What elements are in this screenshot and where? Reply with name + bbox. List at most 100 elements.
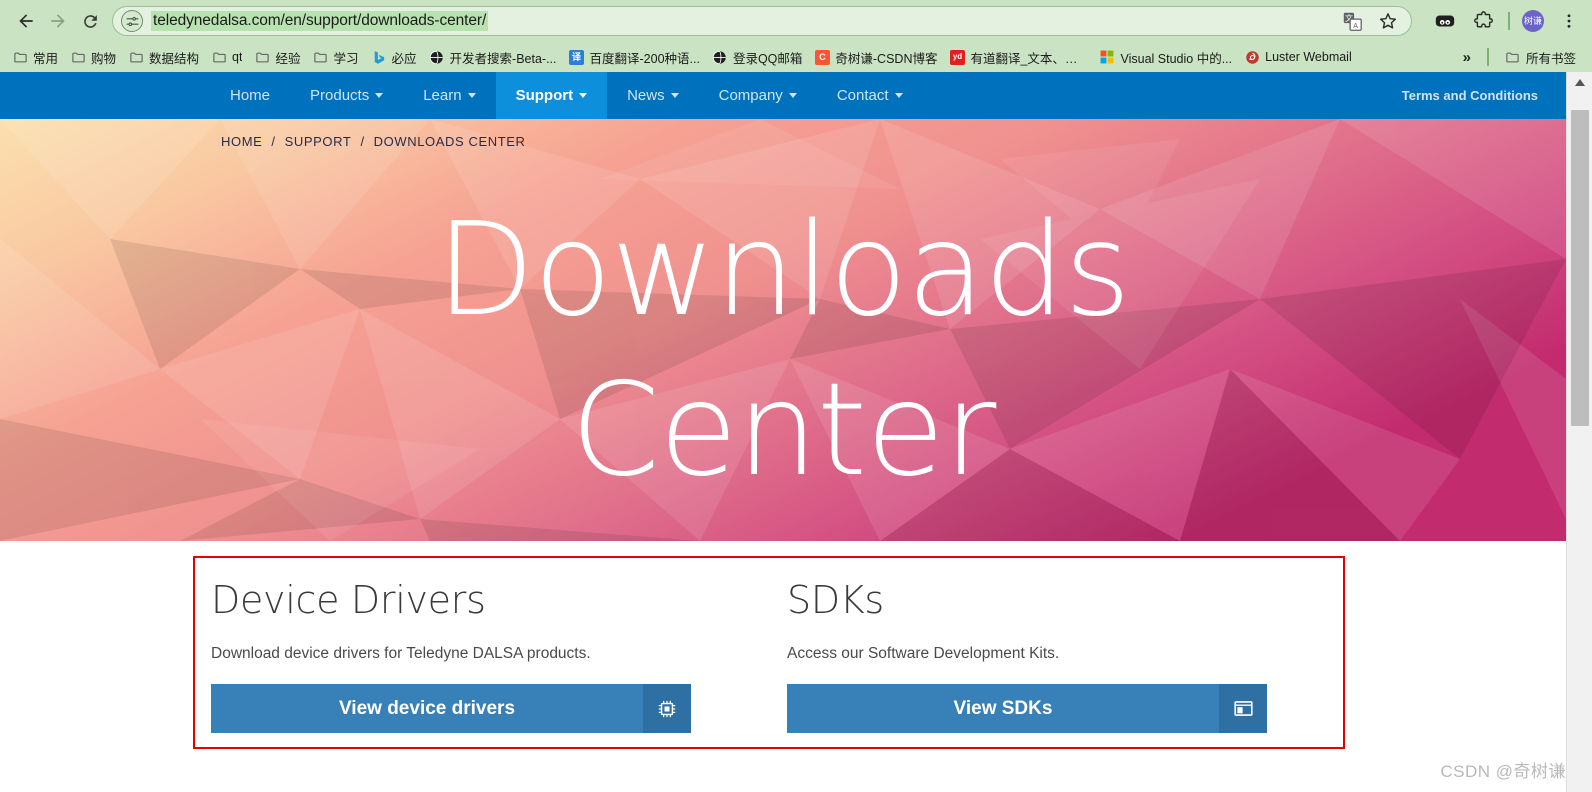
scrollbar-thumb[interactable] [1571, 110, 1589, 426]
breadcrumb-separator: / [360, 134, 365, 149]
bookmark-label: 百度翻译-200种语... [589, 51, 700, 66]
bookmark-item[interactable]: Visual Studio 中的... [1093, 45, 1238, 70]
bookmark-label: qt [232, 50, 243, 64]
bookmark-star-icon[interactable] [1375, 8, 1401, 34]
bookmark-label: 数据结构 [149, 51, 200, 66]
browser-toolbar: teledynedalsa.com/en/support/downloads-c… [0, 0, 1592, 42]
reload-button[interactable] [74, 5, 106, 37]
baidu-translate-icon: 译 [569, 49, 585, 65]
svg-text:A: A [1353, 21, 1358, 29]
site-settings-button[interactable] [121, 10, 143, 32]
back-button[interactable] [10, 5, 42, 37]
globe-icon [712, 49, 728, 65]
bookmark-label: 购物 [91, 51, 117, 66]
site-navigation-bar: Home Products Learn Support News Company… [0, 72, 1566, 119]
nav-item-contact[interactable]: Contact [817, 72, 923, 119]
page-title-line-2: Center [570, 356, 997, 505]
nav-label: Learn [423, 87, 462, 104]
page-scrollbar[interactable] [1566, 72, 1592, 792]
bookmark-label: Visual Studio 中的... [1120, 51, 1233, 66]
globe-icon [429, 49, 445, 65]
bookmark-label: 开发者搜索-Beta-... [449, 51, 557, 66]
microsoft-icon [1099, 49, 1115, 65]
chevron-down-icon [579, 93, 588, 98]
nav-item-learn[interactable]: Learn [403, 72, 495, 119]
bookmark-item[interactable]: qt [205, 46, 248, 68]
terms-label: Terms and Conditions [1401, 88, 1538, 103]
bookmark-item[interactable]: 购物 [64, 45, 122, 70]
translate-icon[interactable]: 文 A [1339, 8, 1365, 34]
extension-panda-icon[interactable] [1432, 8, 1458, 34]
bookmarks-overflow-button[interactable]: » [1457, 49, 1477, 66]
back-arrow-icon [19, 14, 33, 28]
bing-icon [371, 49, 387, 65]
nav-label: Support [515, 87, 574, 104]
nav-item-products[interactable]: Products [290, 72, 403, 119]
scrollbar-up-arrow[interactable] [1567, 72, 1592, 94]
page-viewport: Home Products Learn Support News Company… [0, 72, 1592, 792]
bookmark-item[interactable]: 常用 [6, 45, 64, 70]
bookmark-label: 登录QQ邮箱 [732, 51, 803, 66]
all-bookmarks-button[interactable]: 所有书签 [1499, 45, 1582, 70]
chevron-down-icon [467, 93, 476, 98]
breadcrumb-item-home[interactable]: HOME [221, 134, 262, 149]
bookmark-label: 经验 [275, 51, 301, 66]
bookmark-label: 学习 [333, 51, 359, 66]
bookmark-item[interactable]: 经验 [248, 45, 306, 70]
bookmark-item[interactable]: 学习 [307, 45, 365, 70]
url-text[interactable]: teledynedalsa.com/en/support/downloads-c… [151, 11, 489, 31]
bookmark-label: 必应 [391, 51, 417, 66]
bookmark-item[interactable]: 开发者搜索-Beta-... [423, 45, 563, 70]
all-bookmarks-label: 所有书签 [1525, 51, 1576, 66]
bookmark-item[interactable]: yd 有道翻译_文本、文... [943, 45, 1093, 70]
avatar[interactable]: 树谦 [1522, 10, 1544, 32]
button-label: View SDKs [953, 697, 1053, 719]
bookmark-label: 有道翻译_文本、文... [970, 51, 1088, 66]
forward-arrow-icon [51, 14, 65, 28]
browser-window: teledynedalsa.com/en/support/downloads-c… [0, 0, 1592, 792]
nav-item-home[interactable]: Home [210, 72, 290, 119]
card-sdks: SDKs Access our Software Development Kit… [787, 578, 1267, 733]
forward-button[interactable] [42, 5, 74, 37]
chevron-down-icon [375, 93, 384, 98]
tune-icon [126, 16, 138, 26]
downloads-section: Device Drivers Download device drivers f… [0, 541, 1566, 749]
puzzle-extensions-icon[interactable] [1470, 8, 1496, 34]
view-device-drivers-button[interactable]: View device drivers [211, 684, 691, 733]
window-layout-icon [1219, 684, 1267, 733]
nav-label: Contact [836, 87, 889, 104]
bookmark-item[interactable]: 登录QQ邮箱 [706, 45, 808, 70]
nav-item-support[interactable]: Support [495, 72, 608, 119]
bookmark-item[interactable]: 必应 [365, 45, 423, 70]
page-title-line-1: Downloads [436, 196, 1131, 345]
bookmarks-divider [1486, 48, 1489, 66]
nav-label: Company [718, 87, 783, 104]
address-bar[interactable]: teledynedalsa.com/en/support/downloads-c… [112, 6, 1412, 36]
bookmark-item[interactable]: C 奇树谦-CSDN博客 [808, 45, 943, 70]
three-dots-menu-icon[interactable] [1556, 8, 1582, 34]
bookmark-label: 常用 [33, 51, 59, 66]
bookmark-item[interactable]: 译 百度翻译-200种语... [563, 45, 706, 70]
folder-icon [313, 49, 329, 65]
page-title: Downloads Center [0, 191, 1566, 511]
card-description: Access our Software Development Kits. [787, 645, 1060, 662]
nav-item-news[interactable]: News [607, 72, 699, 119]
terms-and-conditions-link[interactable]: Terms and Conditions [1402, 72, 1566, 119]
card-title: Device Drivers [211, 578, 486, 622]
bookmark-label: 奇树谦-CSDN博客 [835, 51, 938, 66]
folder-icon [128, 49, 144, 65]
bookmark-item[interactable]: Luster Webmail [1238, 46, 1358, 68]
card-description: Download device drivers for Teledyne DAL… [211, 645, 591, 662]
chevron-down-icon [788, 93, 797, 98]
nav-label: Home [230, 87, 271, 104]
breadcrumb-separator: / [271, 134, 276, 149]
bookmark-item[interactable]: 数据结构 [122, 45, 205, 70]
hero-banner: HOME / SUPPORT / DOWNLOADS CENTER Downlo… [0, 119, 1566, 541]
nav-label: Products [310, 87, 370, 104]
view-sdks-button[interactable]: View SDKs [787, 684, 1267, 733]
youdao-icon: yd [949, 49, 965, 65]
bookmark-label: Luster Webmail [1265, 50, 1352, 64]
breadcrumb-item-support[interactable]: SUPPORT [285, 134, 352, 149]
nav-item-company[interactable]: Company [699, 72, 817, 119]
card-device-drivers: Device Drivers Download device drivers f… [211, 578, 691, 733]
